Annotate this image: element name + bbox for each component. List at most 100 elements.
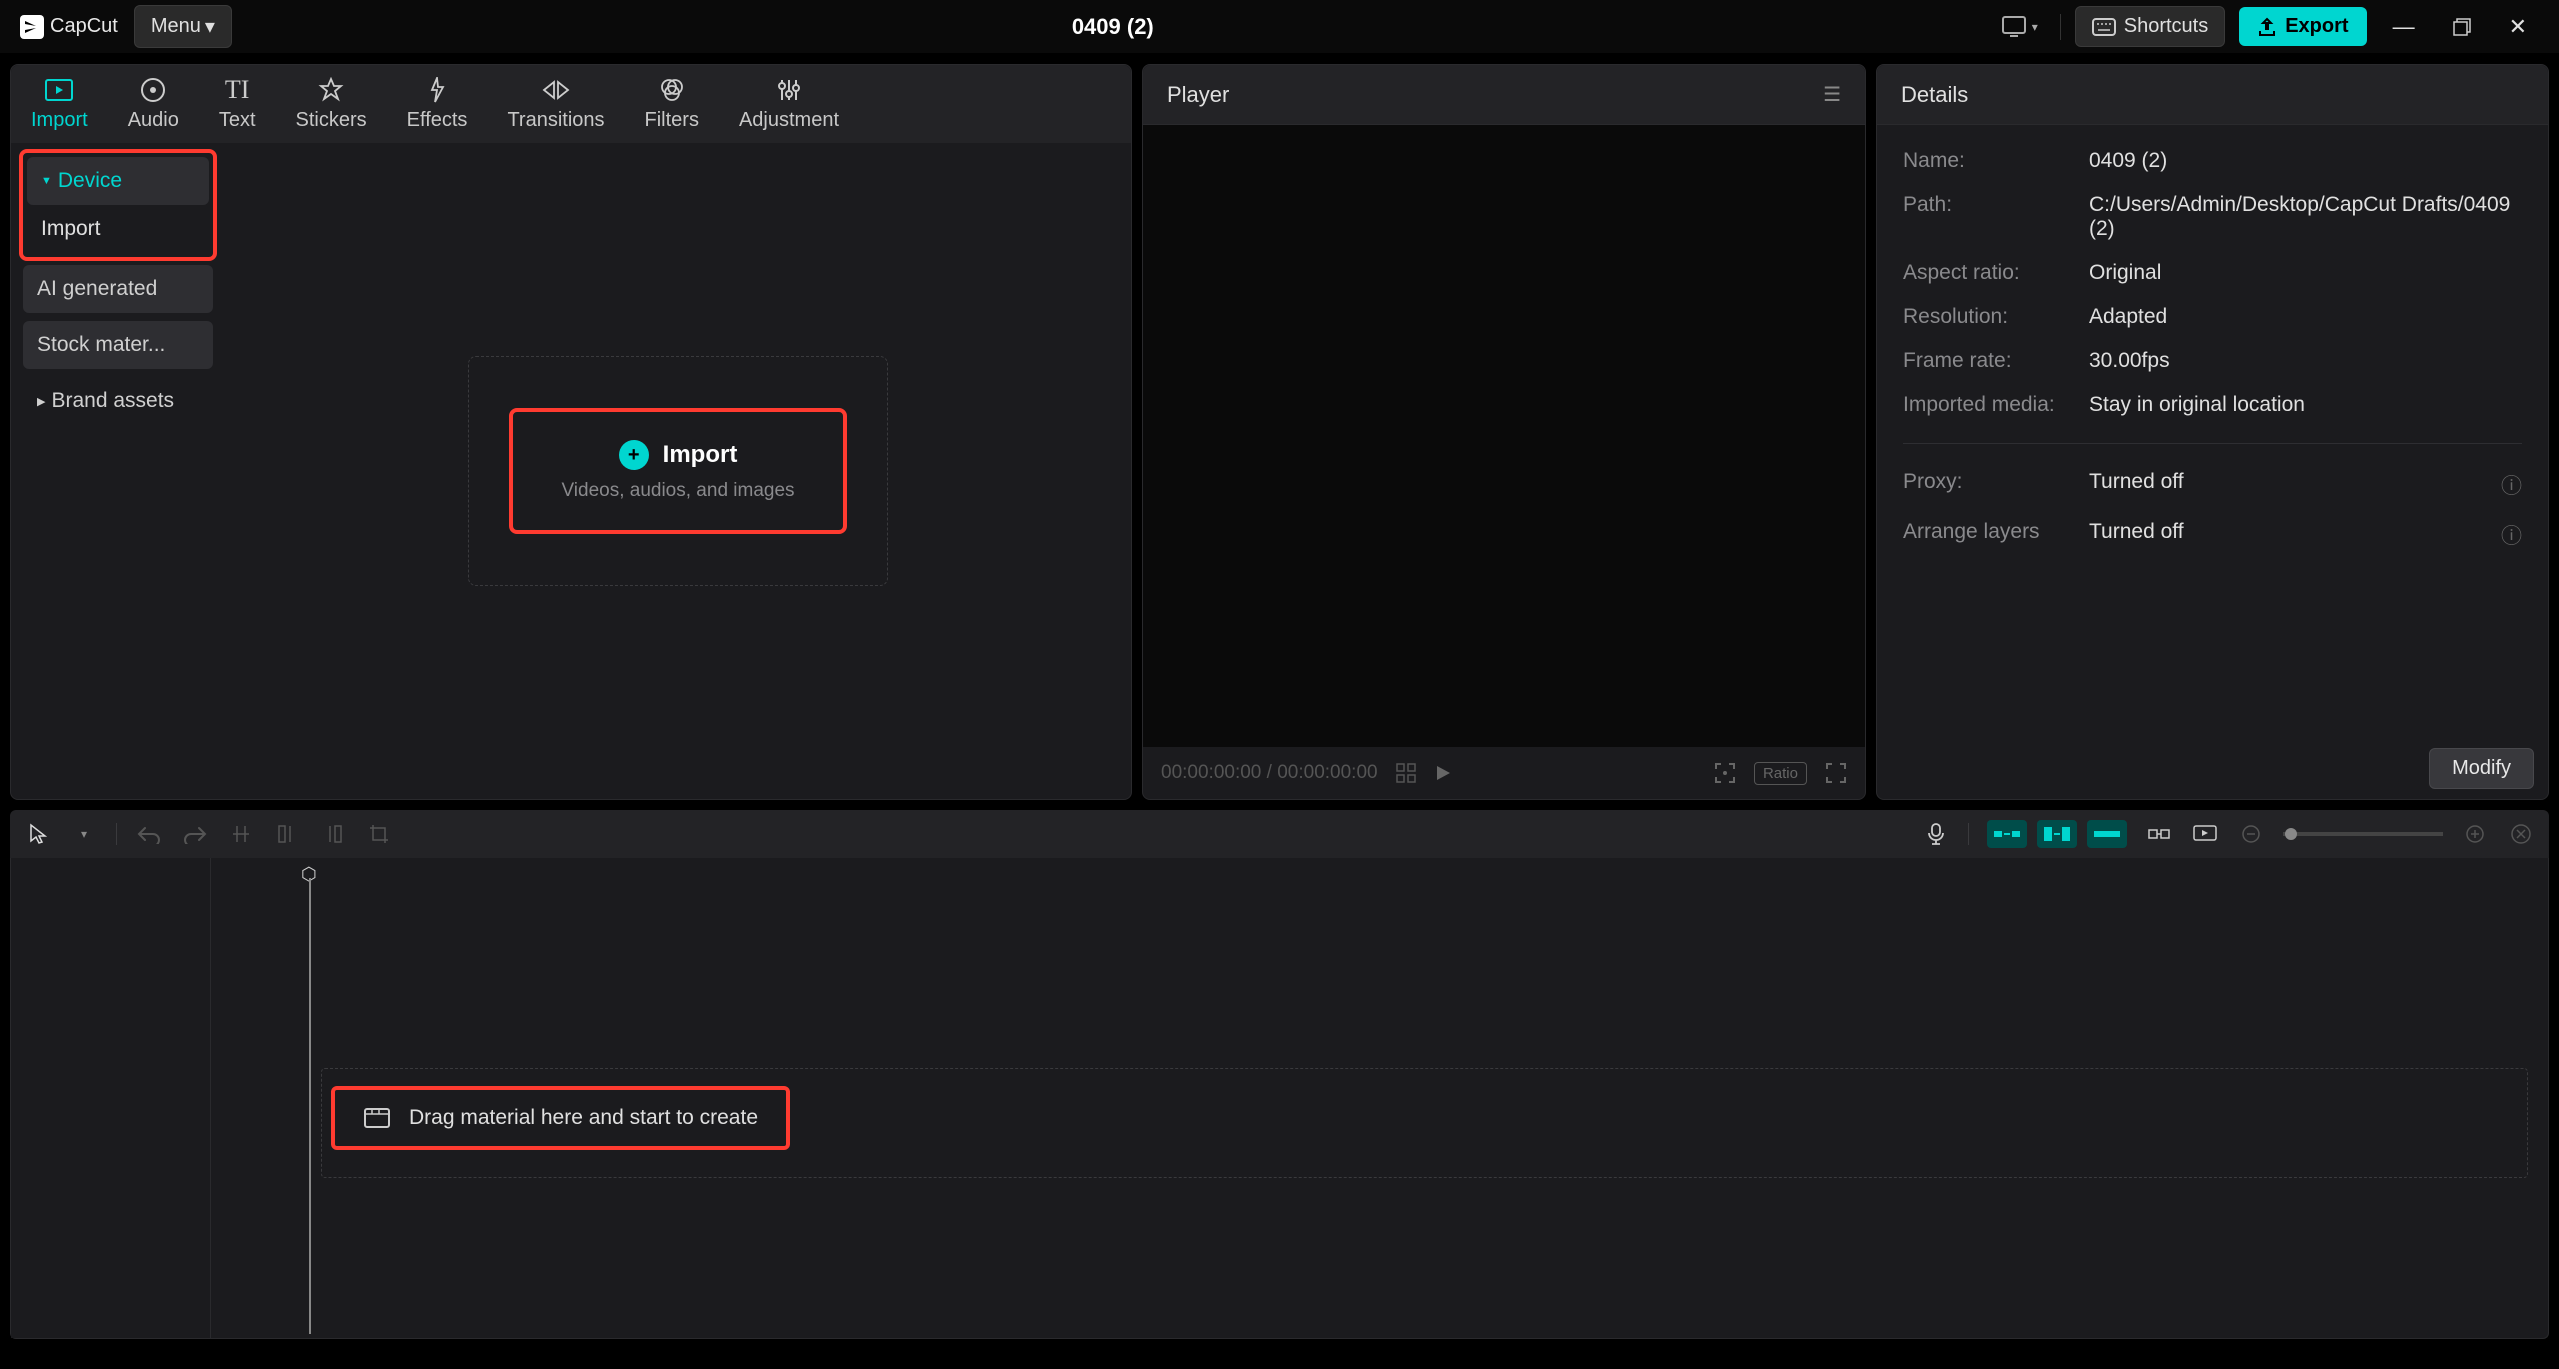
track-zoom-controls	[1987, 820, 2127, 848]
effects-icon	[424, 75, 450, 105]
magnet-button[interactable]	[2145, 820, 2173, 848]
detail-aspect: Aspect ratio: Original	[1903, 261, 2522, 285]
trim-right-button[interactable]	[319, 820, 347, 848]
tab-audio[interactable]: Audio	[108, 65, 199, 143]
detail-name: Name: 0409 (2)	[1903, 149, 2522, 173]
detail-resolution: Resolution: Adapted	[1903, 305, 2522, 329]
player-grid-icon[interactable]	[1396, 763, 1416, 783]
text-icon: TI	[225, 75, 250, 105]
details-header: Details	[1877, 65, 2548, 125]
zoom-out-button[interactable]	[2237, 820, 2265, 848]
info-icon[interactable]: ⓘ	[2501, 520, 2522, 550]
import-tab-icon	[45, 75, 73, 105]
sidebar-brand-assets[interactable]: ▶ Brand assets	[23, 377, 213, 425]
timeline-drag-hint: Drag material here and start to create	[409, 1106, 758, 1130]
detail-path: Path: C:/Users/Admin/Desktop/CapCut Draf…	[1903, 193, 2522, 241]
library-content: + Import Videos, audios, and images	[225, 143, 1131, 799]
zoom-wide-button[interactable]	[2087, 820, 2127, 848]
details-title: Details	[1901, 82, 1968, 108]
details-body: Name: 0409 (2) Path: C:/Users/Admin/Desk…	[1877, 125, 2548, 738]
playhead-line[interactable]	[309, 878, 311, 1334]
import-title: Import	[663, 441, 738, 469]
detail-framerate: Frame rate: 30.00fps	[1903, 349, 2522, 373]
display-icon[interactable]: ▾	[1994, 12, 2046, 42]
adjustment-icon	[776, 75, 802, 105]
app-logo: CapCut	[20, 15, 118, 39]
device-import-highlight: ▼ Device Import	[19, 149, 217, 261]
shortcuts-button[interactable]: Shortcuts	[2075, 6, 2225, 47]
detail-imported-media: Imported media: Stay in original locatio…	[1903, 393, 2522, 417]
zoom-medium-button[interactable]	[2037, 820, 2077, 848]
minimize-button[interactable]: —	[2381, 10, 2427, 44]
import-dropzone[interactable]: + Import Videos, audios, and images	[468, 356, 888, 586]
tab-effects[interactable]: Effects	[387, 65, 488, 143]
split-button[interactable]	[227, 820, 255, 848]
maximize-button[interactable]	[2441, 14, 2483, 40]
main-panels: Import Audio TI Text Stickers Effects Tr…	[0, 54, 2559, 810]
tab-adjustment[interactable]: Adjustment	[719, 65, 859, 143]
tab-filters[interactable]: Filters	[625, 65, 719, 143]
triangle-down-icon: ▼	[41, 175, 52, 187]
tab-import[interactable]: Import	[11, 65, 108, 143]
zoom-fit-button[interactable]	[2507, 820, 2535, 848]
player-panel: Player ☰ 00:00:00:00 / 00:00:00:00 Ratio	[1142, 64, 1866, 800]
zoom-in-button[interactable]	[2461, 820, 2489, 848]
upload-icon	[2257, 17, 2277, 37]
capcut-logo-icon	[20, 15, 44, 39]
library-sidebar: ▼ Device Import AI generated Stock mater…	[11, 143, 225, 799]
modify-button[interactable]: Modify	[2429, 748, 2534, 789]
detail-separator	[1903, 443, 2522, 444]
transitions-icon	[542, 75, 570, 105]
detail-proxy: Proxy: Turned off ⓘ	[1903, 470, 2522, 500]
project-title: 0409 (2)	[248, 14, 1978, 40]
sidebar-import[interactable]: Import	[27, 205, 209, 253]
menu-button[interactable]: Menu ▾	[134, 5, 232, 48]
stickers-icon	[318, 75, 344, 105]
ratio-button[interactable]: Ratio	[1754, 762, 1807, 785]
export-button[interactable]: Export	[2239, 7, 2366, 46]
sidebar-ai-generated[interactable]: AI generated	[23, 265, 213, 313]
timeline-drag-hint-highlight: Drag material here and start to create	[331, 1086, 790, 1150]
redo-button[interactable]	[181, 820, 209, 848]
zoom-slider[interactable]	[2283, 826, 2443, 842]
player-viewport	[1143, 125, 1865, 747]
detail-arrange-layers: Arrange layers Turned off ⓘ	[1903, 520, 2522, 550]
import-highlight: + Import Videos, audios, and images	[509, 408, 846, 534]
sidebar-device[interactable]: ▼ Device	[27, 157, 209, 205]
plus-icon: +	[619, 440, 649, 470]
clip-icon	[363, 1107, 391, 1129]
sidebar-stock-materials[interactable]: Stock mater...	[23, 321, 213, 369]
library-tabs: Import Audio TI Text Stickers Effects Tr…	[11, 65, 1131, 143]
player-menu-icon[interactable]: ☰	[1823, 82, 1841, 107]
trim-left-button[interactable]	[273, 820, 301, 848]
library-body: ▼ Device Import AI generated Stock mater…	[11, 143, 1131, 799]
keyboard-icon	[2092, 18, 2116, 36]
titlebar-right: ▾ Shortcuts Export — ✕	[1994, 6, 2539, 47]
cursor-dropdown-icon[interactable]: ▾	[70, 820, 98, 848]
close-button[interactable]: ✕	[2497, 10, 2539, 44]
play-button[interactable]	[1434, 764, 1452, 782]
player-timecode: 00:00:00:00 / 00:00:00:00	[1161, 762, 1378, 784]
preview-button[interactable]	[2191, 820, 2219, 848]
triangle-right-icon: ▶	[37, 395, 45, 408]
info-icon[interactable]: ⓘ	[2501, 470, 2522, 500]
audio-icon	[140, 75, 166, 105]
tab-stickers[interactable]: Stickers	[276, 65, 387, 143]
tab-text[interactable]: TI Text	[199, 65, 276, 143]
library-panel: Import Audio TI Text Stickers Effects Tr…	[10, 64, 1132, 800]
player-controls: 00:00:00:00 / 00:00:00:00 Ratio	[1143, 747, 1865, 799]
tab-transitions[interactable]: Transitions	[487, 65, 624, 143]
crop-button[interactable]	[365, 820, 393, 848]
zoom-narrow-button[interactable]	[1987, 820, 2027, 848]
cursor-tool[interactable]	[24, 820, 52, 848]
mic-button[interactable]	[1922, 820, 1950, 848]
player-header: Player ☰	[1143, 65, 1865, 125]
timeline[interactable]: ⬡ Drag material here and start to create	[10, 858, 2549, 1339]
fullscreen-icon[interactable]	[1825, 762, 1847, 784]
app-name: CapCut	[50, 15, 118, 38]
undo-button[interactable]	[135, 820, 163, 848]
divider	[2060, 14, 2061, 40]
filters-icon	[659, 75, 685, 105]
details-footer: Modify	[1877, 738, 2548, 799]
player-focus-icon[interactable]	[1714, 762, 1736, 784]
